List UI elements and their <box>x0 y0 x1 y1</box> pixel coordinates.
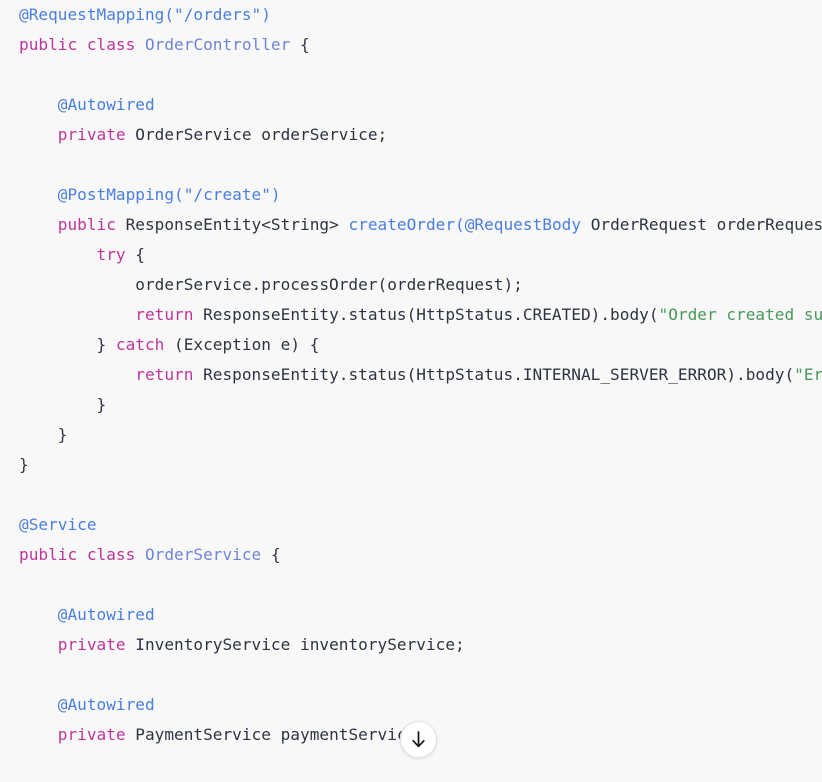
code-listing: @RequestMapping("/orders") public class O… <box>0 0 822 750</box>
code-line: @Service <box>0 510 822 540</box>
code-viewport[interactable]: @RequestMapping("/orders") public class O… <box>0 0 822 782</box>
code-token: @Autowired <box>19 95 155 114</box>
code-token: @Autowired <box>19 605 155 624</box>
code-token: private <box>19 725 126 744</box>
code-token: ResponseEntity.status(HttpStatus.INTERNA… <box>193 365 795 384</box>
code-line: public class OrderService { <box>0 540 822 570</box>
code-line: } catch (Exception e) { <box>0 330 822 360</box>
code-token: } <box>19 335 116 354</box>
code-line: public class OrderController { <box>0 30 822 60</box>
code-line: orderService.processOrder(orderRequest); <box>0 270 822 300</box>
code-token: @PostMapping("/create") <box>19 185 281 204</box>
code-token: { <box>290 35 310 54</box>
code-token: createOrder( <box>348 215 465 234</box>
code-token: "Error processing order" <box>794 365 822 384</box>
code-token: ResponseEntity<String> <box>115 215 349 234</box>
code-token: InventoryService inventoryService; <box>125 635 465 654</box>
code-token: @Autowired <box>19 695 155 714</box>
code-token: @RequestBody <box>464 215 582 234</box>
code-line: try { <box>0 240 822 270</box>
code-line: private OrderService orderService; <box>0 120 822 150</box>
code-token: orderService.processOrder(orderRequest); <box>19 275 523 294</box>
code-token: return <box>19 365 194 384</box>
code-token: OrderRequest orderRequest) { <box>590 215 822 234</box>
code-token: { <box>261 545 281 564</box>
code-token: ResponseEntity.status(HttpStatus.CREATED… <box>193 305 659 324</box>
code-line: @PostMapping("/create") <box>0 180 822 210</box>
code-line: @Autowired <box>0 90 822 120</box>
code-token: { <box>125 245 145 264</box>
code-line: return ResponseEntity.status(HttpStatus.… <box>0 300 822 330</box>
code-token: OrderService <box>144 545 262 564</box>
code-token: public class <box>19 35 145 54</box>
code-token: private <box>19 635 126 654</box>
code-token: @Service <box>19 515 97 534</box>
code-line: } <box>0 390 822 420</box>
arrow-down-icon <box>410 730 427 749</box>
scroll-to-bottom-button[interactable] <box>400 721 437 758</box>
code-token: public class <box>19 545 145 564</box>
code-line: } <box>0 420 822 450</box>
code-token: (Exception e) { <box>164 335 320 354</box>
code-token: catch <box>115 335 165 354</box>
code-token: } <box>19 425 68 444</box>
code-token: private <box>19 125 126 144</box>
code-token: "Order created successfully" <box>658 305 822 324</box>
code-line: public ResponseEntity<String> createOrde… <box>0 210 822 240</box>
code-line: @Autowired <box>0 690 822 720</box>
code-line: @Autowired <box>0 600 822 630</box>
code-token: } <box>19 455 29 474</box>
code-token: @RequestMapping("/orders") <box>19 5 271 24</box>
code-line: private InventoryService inventoryServic… <box>0 630 822 660</box>
code-token: PaymentService paymentService; <box>125 725 426 744</box>
code-token: OrderController <box>144 35 291 54</box>
code-line: } <box>0 450 822 480</box>
code-line: return ResponseEntity.status(HttpStatus.… <box>0 360 822 390</box>
code-token: return <box>19 305 194 324</box>
code-token: public <box>19 215 116 234</box>
code-token: } <box>19 395 107 414</box>
code-line: @RequestMapping("/orders") <box>0 0 822 30</box>
code-token: try <box>19 245 126 264</box>
code-token: OrderService orderService; <box>125 125 388 144</box>
